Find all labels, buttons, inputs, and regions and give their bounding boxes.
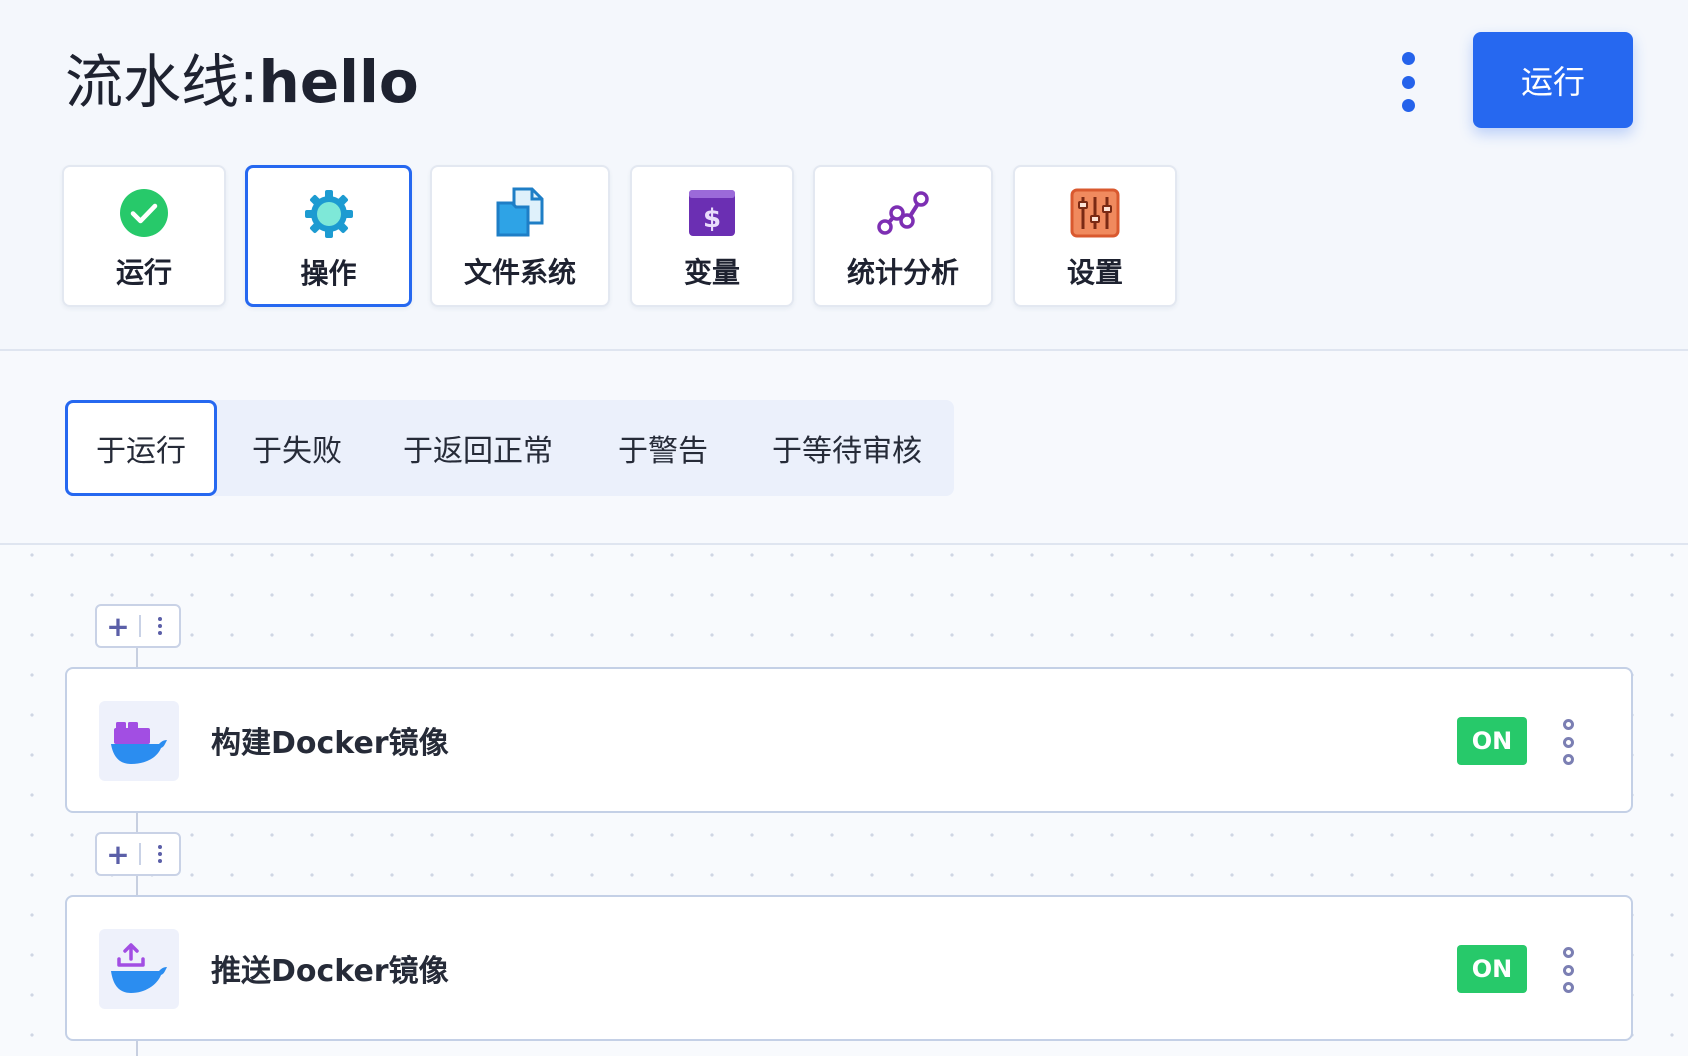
dot-icon xyxy=(158,617,162,621)
page-title: 流水线:hello xyxy=(65,46,419,118)
nav-card-actions[interactable]: 操作 xyxy=(245,165,412,307)
step-card-push[interactable]: 推送Docker镜像 ON xyxy=(65,895,1633,1041)
tab-on-warning[interactable]: 于警告 xyxy=(598,400,728,496)
run-button[interactable]: 运行 xyxy=(1473,32,1633,128)
files-icon xyxy=(494,187,546,239)
step-insert-bar: + xyxy=(95,604,181,648)
svg-text:$: $ xyxy=(703,204,721,234)
step-menu-button[interactable] xyxy=(1557,947,1579,993)
dot-icon xyxy=(1562,719,1574,730)
tab-on-wait-approval[interactable]: 于等待审核 xyxy=(756,400,938,496)
dot-icon xyxy=(158,624,162,628)
tab-on-recover[interactable]: 于返回正常 xyxy=(388,400,568,496)
step-connector xyxy=(136,812,138,832)
step-card-build[interactable]: 构建Docker镜像 ON xyxy=(65,667,1633,813)
step-menu-button[interactable] xyxy=(1557,719,1579,765)
dot-icon xyxy=(158,845,162,849)
nav-label: 文件系统 xyxy=(463,256,576,289)
dot-icon xyxy=(1401,52,1415,65)
step-insert-bar: + xyxy=(95,832,181,876)
pipeline-name: hello xyxy=(258,48,419,116)
dot-icon xyxy=(1562,947,1574,958)
dot-icon xyxy=(158,852,162,856)
docker-push-icon xyxy=(99,929,179,1009)
tab-on-failure[interactable]: 于失败 xyxy=(232,400,362,496)
title-prefix: 流水线: xyxy=(65,48,259,116)
nav-card-run[interactable]: 运行 xyxy=(62,165,226,307)
nav-card-statistics[interactable]: 统计分析 xyxy=(813,165,993,307)
step-toggle[interactable]: ON xyxy=(1457,945,1527,993)
nav-label: 运行 xyxy=(115,256,172,289)
more-options-button[interactable] xyxy=(1393,52,1423,112)
nav-label: 操作 xyxy=(300,257,357,290)
stats-icon xyxy=(877,187,929,239)
step-connector xyxy=(136,1040,138,1056)
step-name: 推送Docker镜像 xyxy=(211,954,449,989)
nav-label: 变量 xyxy=(683,256,740,289)
dot-icon xyxy=(1562,736,1574,748)
gear-icon xyxy=(303,188,355,240)
insert-options-button[interactable] xyxy=(141,606,179,646)
step-name: 构建Docker镜像 xyxy=(211,726,449,761)
step-connector xyxy=(136,648,138,668)
nav-card-filesystem[interactable]: 文件系统 xyxy=(430,165,610,307)
dot-icon xyxy=(158,859,162,863)
add-step-button[interactable]: + xyxy=(97,834,139,874)
sliders-icon xyxy=(1069,187,1121,239)
step-toggle[interactable]: ON xyxy=(1457,717,1527,765)
nav-card-variables[interactable]: $ 变量 xyxy=(630,165,794,307)
docker-build-icon xyxy=(99,701,179,781)
dot-icon xyxy=(1401,75,1415,89)
insert-options-button[interactable] xyxy=(141,834,179,874)
tab-on-run[interactable]: 于运行 xyxy=(65,400,217,496)
dot-icon xyxy=(1562,982,1574,993)
check-circle-icon xyxy=(118,187,170,239)
dot-icon xyxy=(158,631,162,635)
nav-label: 统计分析 xyxy=(846,256,959,289)
dot-icon xyxy=(1401,99,1415,112)
dot-icon xyxy=(1562,754,1574,765)
add-step-button[interactable]: + xyxy=(97,606,139,646)
step-connector xyxy=(136,876,138,896)
dot-icon xyxy=(1562,964,1574,976)
nav-label: 设置 xyxy=(1066,256,1123,289)
dollar-icon: $ xyxy=(686,187,738,239)
nav-card-settings[interactable]: 设置 xyxy=(1013,165,1177,307)
